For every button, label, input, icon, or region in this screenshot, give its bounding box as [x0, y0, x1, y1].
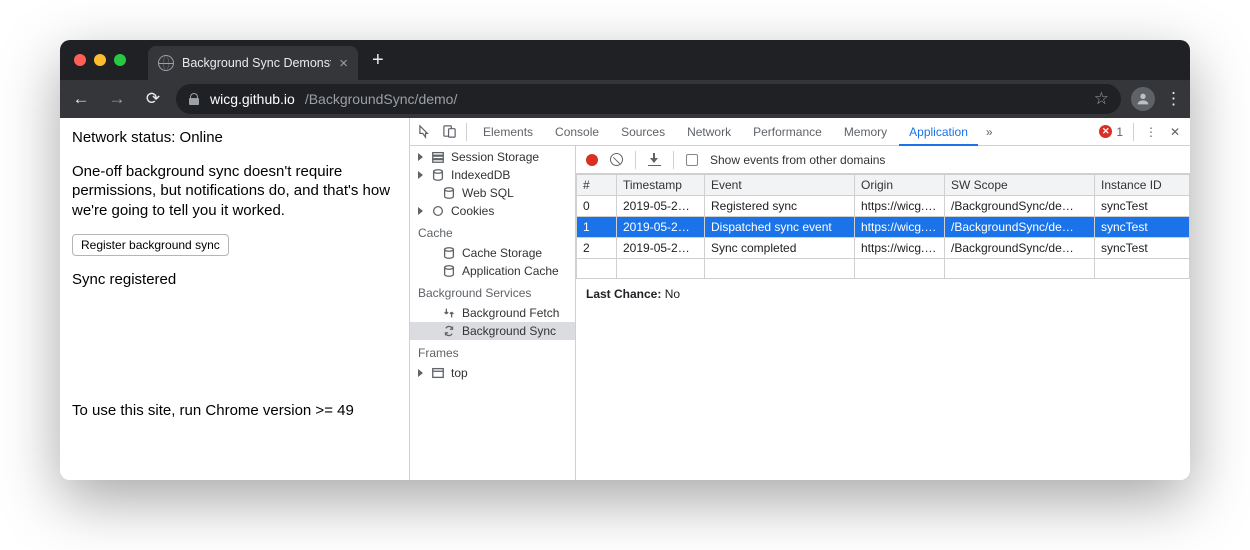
detail-value: No	[665, 287, 680, 301]
reload-button[interactable]: ⟳	[140, 89, 166, 109]
background-sync-panel: Show events from other domains # Timesta…	[576, 146, 1190, 480]
clear-button[interactable]	[610, 153, 623, 166]
col-event[interactable]: Event	[705, 175, 855, 196]
tab-close-icon[interactable]: ×	[339, 56, 348, 71]
back-button[interactable]: ←	[68, 89, 94, 109]
col-timestamp[interactable]: Timestamp	[617, 175, 705, 196]
globe-icon	[158, 55, 174, 71]
browser-menu-icon[interactable]: ⋮	[1165, 89, 1182, 109]
event-detail: Last Chance: No	[576, 279, 1190, 309]
page-blurb: One-off background sync doesn't require …	[72, 162, 397, 221]
browser-tab[interactable]: Background Sync Demonstratic ×	[148, 46, 358, 80]
url-path: /BackgroundSync/demo/	[305, 91, 458, 107]
inspect-icon[interactable]	[414, 121, 436, 143]
table-header-row: # Timestamp Event Origin SW Scope Instan…	[577, 175, 1190, 196]
address-bar[interactable]: wicg.github.io/BackgroundSync/demo/ ☆	[176, 84, 1121, 114]
sidebar-item-websql[interactable]: Web SQL	[410, 184, 575, 202]
sidebar-item-background-fetch[interactable]: Background Fetch	[410, 304, 575, 322]
device-toggle-icon[interactable]	[438, 121, 460, 143]
col-index[interactable]: #	[577, 175, 617, 196]
error-count: 1	[1116, 125, 1123, 139]
forward-button[interactable]: →	[104, 89, 130, 109]
sidebar-group-background-services: Background Services	[410, 280, 575, 304]
devtools-tab-memory[interactable]: Memory	[834, 118, 897, 146]
sidebar-item-indexeddb[interactable]: IndexedDB	[410, 166, 575, 184]
lock-icon	[188, 93, 200, 105]
devtools-tab-console[interactable]: Console	[545, 118, 609, 146]
devtools-tab-application[interactable]: Application	[899, 118, 978, 146]
sidebar-group-cache: Cache	[410, 220, 575, 244]
register-sync-button[interactable]: Register background sync	[72, 234, 229, 256]
sidebar-item-background-sync[interactable]: Background Sync	[410, 322, 575, 340]
events-table: # Timestamp Event Origin SW Scope Instan…	[576, 174, 1190, 279]
sidebar-item-application-cache[interactable]: Application Cache	[410, 262, 575, 280]
devtools-body: Session Storage IndexedDB Web SQL Cookie…	[410, 146, 1190, 480]
download-button[interactable]	[648, 153, 661, 166]
storage-icon	[431, 150, 445, 164]
devtools-tab-network[interactable]: Network	[677, 118, 741, 146]
devtools-tab-sources[interactable]: Sources	[611, 118, 675, 146]
devtools-tabs: Elements Console Sources Network Perform…	[410, 118, 1190, 146]
col-instance-id[interactable]: Instance ID	[1095, 175, 1190, 196]
frame-icon	[431, 366, 445, 380]
detail-label: Last Chance:	[586, 287, 661, 301]
error-icon: ✕	[1099, 125, 1112, 138]
database-icon	[442, 264, 456, 278]
record-button[interactable]	[586, 154, 598, 166]
profile-avatar[interactable]	[1131, 87, 1155, 111]
devtools-more-tabs-icon[interactable]: »	[980, 125, 999, 139]
table-row[interactable]: 2 2019-05-2… Sync completed https://wicg…	[577, 238, 1190, 259]
cookie-icon	[431, 204, 445, 218]
devtools-close-icon[interactable]: ✕	[1164, 121, 1186, 143]
sidebar-item-session-storage[interactable]: Session Storage	[410, 148, 575, 166]
devtools-settings-icon[interactable]: ⋮	[1140, 121, 1162, 143]
col-sw-scope[interactable]: SW Scope	[945, 175, 1095, 196]
bookmark-star-icon[interactable]: ☆	[1094, 89, 1109, 109]
page-result-line: Sync registered	[72, 270, 397, 290]
sidebar-item-frame-top[interactable]: top	[410, 364, 575, 382]
devtools-tab-performance[interactable]: Performance	[743, 118, 832, 146]
sidebar-item-cache-storage[interactable]: Cache Storage	[410, 244, 575, 262]
sync-icon	[442, 324, 456, 338]
browser-toolbar: ← → ⟳ wicg.github.io/BackgroundSync/demo…	[60, 80, 1190, 118]
sidebar-item-cookies[interactable]: Cookies	[410, 202, 575, 220]
database-icon	[431, 168, 445, 182]
show-other-domains-label: Show events from other domains	[710, 153, 885, 167]
table-row	[577, 259, 1190, 279]
page-footer-line: To use this site, run Chrome version >= …	[72, 401, 397, 421]
sidebar-group-frames: Frames	[410, 340, 575, 364]
new-tab-button[interactable]: +	[372, 49, 384, 72]
browser-window: Background Sync Demonstratic × + ← → ⟳ w…	[60, 40, 1190, 480]
panel-toolbar: Show events from other domains	[576, 146, 1190, 174]
url-host: wicg.github.io	[210, 91, 295, 107]
devtools-error-badge[interactable]: ✕ 1	[1099, 125, 1123, 139]
page-viewport: Network status: Online One-off backgroun…	[60, 118, 410, 480]
database-icon	[442, 246, 456, 260]
traffic-lights	[74, 54, 126, 66]
close-window-icon[interactable]	[74, 54, 86, 66]
devtools-tab-elements[interactable]: Elements	[473, 118, 543, 146]
zoom-window-icon[interactable]	[114, 54, 126, 66]
content-area: Network status: Online One-off backgroun…	[60, 118, 1190, 480]
show-other-domains-checkbox[interactable]	[686, 154, 698, 166]
table-row[interactable]: 0 2019-05-2… Registered sync https://wic…	[577, 196, 1190, 217]
fetch-icon	[442, 306, 456, 320]
col-origin[interactable]: Origin	[855, 175, 945, 196]
table-row[interactable]: 1 2019-05-2… Dispatched sync event https…	[577, 217, 1190, 238]
application-sidebar: Session Storage IndexedDB Web SQL Cookie…	[410, 146, 576, 480]
minimize-window-icon[interactable]	[94, 54, 106, 66]
devtools: Elements Console Sources Network Perform…	[410, 118, 1190, 480]
database-icon	[442, 186, 456, 200]
network-status-line: Network status: Online	[72, 128, 397, 148]
titlebar: Background Sync Demonstratic × +	[60, 40, 1190, 80]
tab-title: Background Sync Demonstratic	[182, 56, 331, 70]
